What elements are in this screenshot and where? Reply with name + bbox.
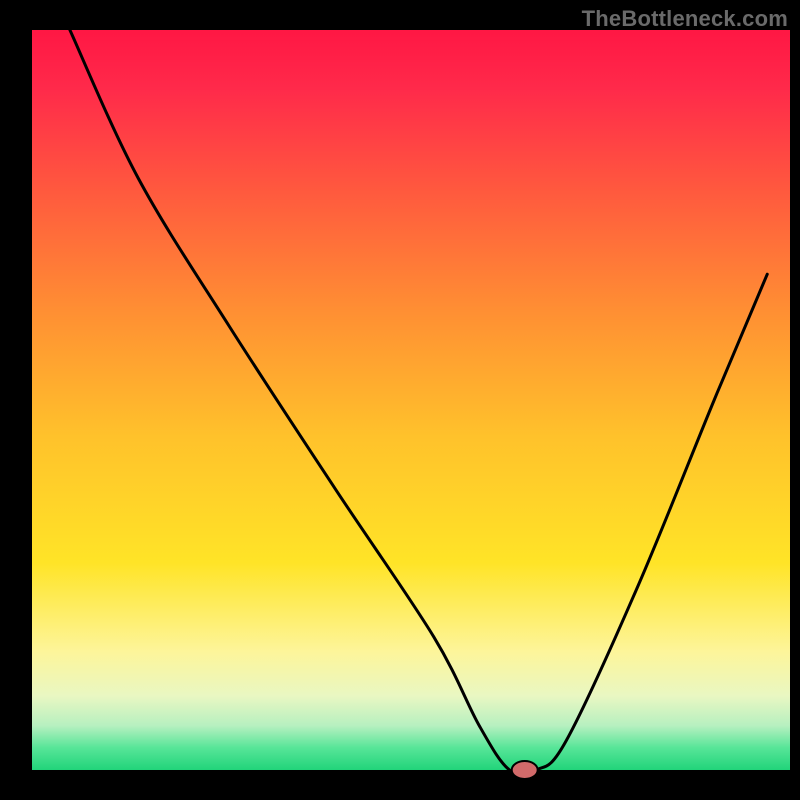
optimal-point-marker <box>512 761 538 779</box>
bottleneck-chart <box>0 0 800 800</box>
chart-stage: TheBottleneck.com <box>0 0 800 800</box>
plot-background <box>32 30 790 770</box>
attribution-label: TheBottleneck.com <box>582 6 788 32</box>
